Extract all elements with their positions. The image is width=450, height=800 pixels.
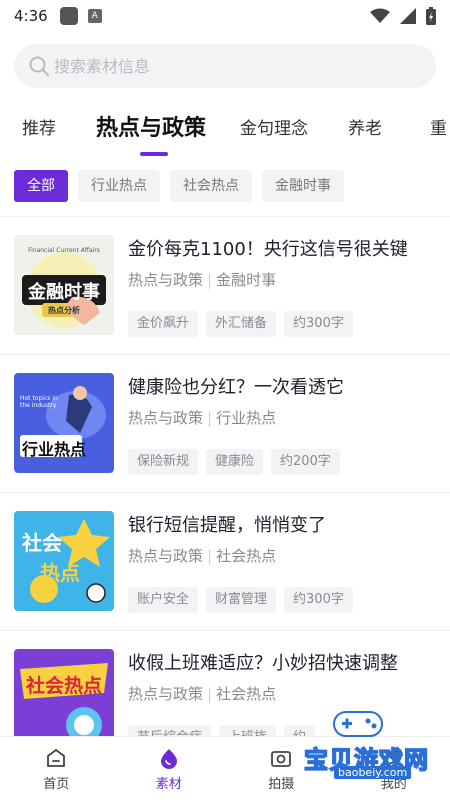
tag: 外汇储备 — [206, 311, 277, 337]
status-time: 4:36 — [14, 7, 48, 25]
thumbnail-tag: 热点分析 — [48, 306, 80, 315]
thumbnail-art — [14, 649, 114, 749]
subcategory-label: 社会热点 — [216, 547, 277, 565]
meta-divider: | — [207, 547, 213, 565]
thumbnail-subtitle: Hot topics in the industry — [20, 395, 58, 409]
thumbnail-social-2: 社会热点 — [14, 649, 114, 749]
status-bar: 4:36 A — [0, 0, 450, 32]
thumbnail-caption-2: 热点 — [40, 561, 80, 585]
wifi-icon — [370, 8, 390, 23]
filter-social-hotspot[interactable]: 社会热点 — [170, 170, 252, 202]
tag: 保险新规 — [128, 449, 199, 475]
material-drop-icon — [160, 749, 177, 769]
feed-item[interactable]: Financial Current Affairs 金融时事 热点分析 金价每克… — [0, 216, 450, 354]
search-input[interactable] — [54, 56, 436, 76]
feed-item[interactable]: Hot topics in the industry 行业热点 健康险也分红？一… — [0, 354, 450, 492]
item-tags: 账户安全 财富管理 约300字 — [128, 587, 353, 613]
meta-divider: | — [207, 685, 213, 703]
meta-divider: | — [207, 409, 213, 427]
tab-quotes[interactable]: 金句理念 — [240, 108, 308, 150]
item-title: 金价每克1100！央行这信号很关键 — [128, 239, 408, 260]
tab-pension[interactable]: 养老 — [348, 108, 382, 150]
thumbnail-subtitle: Financial Current Affairs — [28, 247, 100, 254]
nav-material[interactable]: 素材 — [113, 737, 226, 800]
thumbnail-caption: 社会热点 — [25, 675, 102, 697]
filter-finance-news[interactable]: 金融时事 — [262, 170, 344, 202]
tag: 账户安全 — [128, 587, 199, 613]
filter-chips: 全部 行业热点 社会热点 金融时事 — [14, 170, 344, 202]
thumbnail-caption: 金融时事 — [28, 282, 100, 303]
word-count-tag: 约300字 — [284, 587, 353, 613]
tag: 健康险 — [206, 449, 264, 475]
tab-more[interactable]: 重 — [430, 108, 447, 150]
notification-icon — [59, 7, 78, 25]
word-count-tag: 约300字 — [284, 311, 353, 337]
search-bar[interactable] — [14, 44, 436, 88]
filter-industry-hotspot[interactable]: 行业热点 — [78, 170, 160, 202]
subcategory-label: 行业热点 — [216, 409, 277, 427]
search-icon — [29, 56, 50, 77]
item-category: 热点与政策 | 金融时事 — [128, 269, 276, 290]
material-feed: Financial Current Affairs 金融时事 热点分析 金价每克… — [0, 216, 450, 768]
category-label: 热点与政策 — [128, 271, 204, 289]
watermark-url: baobeiy.com — [334, 766, 412, 779]
category-tabs: 推荐 热点与政策 金句理念 养老 重 — [0, 108, 450, 158]
category-label: 热点与政策 — [128, 409, 204, 427]
tab-hotspot-policy[interactable]: 热点与政策 — [96, 108, 206, 150]
tab-recommend[interactable]: 推荐 — [22, 108, 56, 150]
meta-divider: | — [207, 271, 213, 289]
item-tags: 保险新规 健康险 约200字 — [128, 449, 340, 475]
item-category: 热点与政策 | 社会热点 — [128, 545, 276, 566]
item-category: 热点与政策 | 社会热点 — [128, 683, 276, 704]
gamepad-icon — [333, 711, 383, 737]
thumbnail-social: 社会 热点 — [14, 511, 114, 611]
item-title: 银行短信提醒，悄悄变了 — [128, 515, 326, 536]
nav-home[interactable]: 首页 — [0, 737, 113, 800]
item-title: 收假上班难适应？小妙招快速调整 — [128, 653, 398, 674]
feed-item[interactable]: 社会 热点 银行短信提醒，悄悄变了 热点与政策 | 社会热点 账户安全 财富管理 约… — [0, 492, 450, 630]
item-title: 健康险也分红？一次看透它 — [128, 377, 344, 398]
thumbnail-finance: Financial Current Affairs 金融时事 热点分析 — [14, 235, 114, 335]
home-icon — [47, 749, 66, 767]
thumbnail-industry: Hot topics in the industry 行业热点 — [14, 373, 114, 473]
item-tags: 金价飙升 外汇储备 约300字 — [128, 311, 353, 337]
filter-all[interactable]: 全部 — [14, 170, 68, 202]
item-category: 热点与政策 | 行业热点 — [128, 407, 276, 428]
app-notification-icon: A — [87, 9, 102, 23]
thumbnail-caption: 社会 — [22, 531, 62, 555]
nav-label: 素材 — [155, 777, 182, 792]
tag: 金价飙升 — [128, 311, 199, 337]
subcategory-label: 金融时事 — [216, 271, 277, 289]
tag: 财富管理 — [206, 587, 277, 613]
nav-label: 首页 — [43, 777, 70, 792]
word-count-tag: 约200字 — [271, 449, 340, 475]
category-label: 热点与政策 — [128, 685, 204, 703]
site-watermark: 宝贝游戏网 baobeiy.com — [282, 706, 442, 786]
signal-icon — [400, 8, 416, 24]
active-tab-indicator — [140, 152, 168, 156]
battery-icon — [426, 7, 436, 25]
subcategory-label: 社会热点 — [216, 685, 277, 703]
category-label: 热点与政策 — [128, 547, 204, 565]
thumbnail-caption: 行业热点 — [22, 440, 87, 459]
